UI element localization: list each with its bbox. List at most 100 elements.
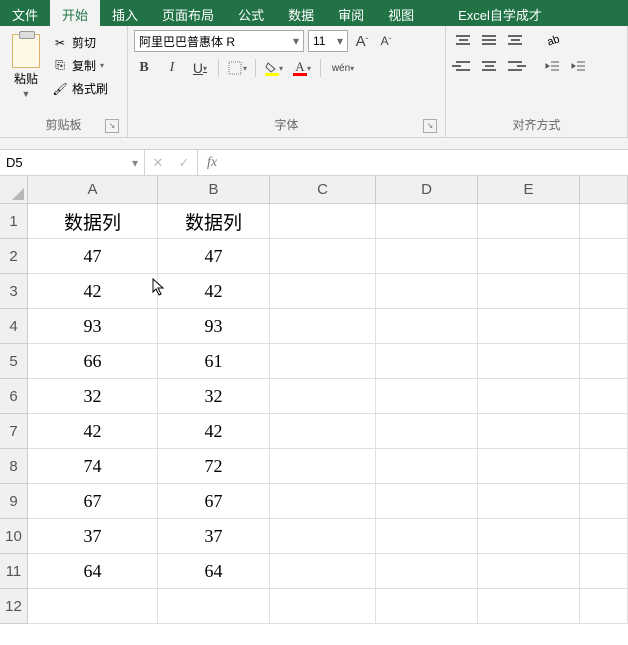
cell[interactable] (478, 589, 580, 624)
align-right-button[interactable] (504, 56, 526, 76)
row-header[interactable]: 5 (0, 344, 28, 379)
name-box-input[interactable] (0, 155, 126, 170)
cell[interactable] (376, 344, 478, 379)
cell[interactable] (580, 589, 628, 624)
cell[interactable]: 数据列 (158, 204, 270, 239)
tab-home[interactable]: 开始 (50, 0, 100, 26)
align-left-button[interactable] (452, 56, 474, 76)
increase-indent-button[interactable] (568, 56, 590, 76)
cell[interactable]: 64 (158, 554, 270, 589)
cell[interactable] (580, 519, 628, 554)
cell[interactable] (270, 484, 376, 519)
row-header[interactable]: 2 (0, 239, 28, 274)
column-header[interactable] (580, 176, 628, 204)
cell[interactable] (270, 554, 376, 589)
cell[interactable] (478, 344, 580, 379)
tab-formulas[interactable]: 公式 (226, 0, 276, 26)
cell[interactable]: 数据列 (28, 204, 158, 239)
name-box[interactable]: ▾ (0, 150, 145, 175)
cell[interactable]: 47 (28, 239, 158, 274)
row-header[interactable]: 9 (0, 484, 28, 519)
row-header[interactable]: 3 (0, 274, 28, 309)
font-name-combo[interactable]: 阿里巴巴普惠体 R ▾ (134, 30, 304, 52)
cell[interactable] (270, 204, 376, 239)
row-header[interactable]: 1 (0, 204, 28, 239)
cell[interactable] (580, 309, 628, 344)
cell[interactable] (478, 414, 580, 449)
cut-button[interactable]: ✂ 剪切 (52, 34, 108, 51)
cell[interactable]: 67 (28, 484, 158, 519)
tab-file[interactable]: 文件 (0, 0, 50, 26)
shrink-font-button[interactable]: Aˇ (376, 30, 396, 52)
chevron-down-icon[interactable]: ▾ (126, 156, 144, 170)
cell[interactable] (478, 239, 580, 274)
phonetic-button[interactable]: wén ▾ (329, 58, 357, 78)
font-launcher[interactable]: ↘ (423, 119, 437, 133)
row-header[interactable]: 6 (0, 379, 28, 414)
cell[interactable] (376, 274, 478, 309)
cell[interactable] (580, 204, 628, 239)
cell[interactable] (376, 239, 478, 274)
tab-insert[interactable]: 插入 (100, 0, 150, 26)
cell[interactable]: 61 (158, 344, 270, 379)
cell[interactable]: 37 (158, 519, 270, 554)
cell[interactable] (478, 449, 580, 484)
cell[interactable] (376, 449, 478, 484)
cell[interactable] (376, 414, 478, 449)
row-header[interactable]: 8 (0, 449, 28, 484)
formula-input[interactable] (226, 150, 628, 175)
column-header[interactable]: B (158, 176, 270, 204)
cell[interactable] (580, 344, 628, 379)
border-button[interactable]: ▾ (227, 58, 247, 78)
cell[interactable] (478, 274, 580, 309)
italic-button[interactable]: I (162, 58, 182, 78)
cell[interactable]: 67 (158, 484, 270, 519)
underline-button[interactable]: U▾ (190, 58, 210, 78)
cell[interactable] (580, 449, 628, 484)
format-painter-button[interactable]: 🖌 格式刷 (52, 80, 108, 97)
cell[interactable] (270, 274, 376, 309)
cell[interactable] (478, 484, 580, 519)
decrease-indent-button[interactable] (542, 56, 564, 76)
cell[interactable] (158, 589, 270, 624)
cell[interactable]: 32 (28, 379, 158, 414)
tab-review[interactable]: 审阅 (326, 0, 376, 26)
cell[interactable] (580, 414, 628, 449)
cell[interactable] (270, 239, 376, 274)
cell[interactable] (270, 344, 376, 379)
cell[interactable] (478, 519, 580, 554)
cell[interactable] (270, 414, 376, 449)
cell[interactable]: 47 (158, 239, 270, 274)
cell[interactable]: 93 (158, 309, 270, 344)
cell[interactable]: 32 (158, 379, 270, 414)
cell[interactable] (376, 589, 478, 624)
tab-view[interactable]: 视图 (376, 0, 426, 26)
cell[interactable] (478, 379, 580, 414)
tab-data[interactable]: 数据 (276, 0, 326, 26)
cell[interactable]: 42 (158, 274, 270, 309)
cell[interactable] (376, 309, 478, 344)
enter-formula-button[interactable]: ✓ (171, 155, 197, 171)
clipboard-launcher[interactable]: ↘ (105, 119, 119, 133)
grow-font-button[interactable]: Aˆ (352, 30, 372, 52)
cell[interactable] (580, 239, 628, 274)
row-header[interactable]: 4 (0, 309, 28, 344)
paste-button[interactable]: 粘贴 ▼ (6, 30, 46, 99)
cell[interactable]: 42 (28, 274, 158, 309)
cell[interactable] (270, 379, 376, 414)
select-all-corner[interactable] (0, 176, 28, 204)
cell[interactable] (478, 309, 580, 344)
cell[interactable]: 64 (28, 554, 158, 589)
font-color-button[interactable]: A ▾ (292, 58, 312, 78)
cell[interactable] (376, 484, 478, 519)
row-header[interactable]: 11 (0, 554, 28, 589)
cell[interactable] (28, 589, 158, 624)
cell[interactable]: 42 (28, 414, 158, 449)
cell[interactable] (270, 309, 376, 344)
cell[interactable]: 93 (28, 309, 158, 344)
row-header[interactable]: 7 (0, 414, 28, 449)
cell[interactable]: 66 (28, 344, 158, 379)
cell[interactable] (270, 589, 376, 624)
cell[interactable]: 74 (28, 449, 158, 484)
cell[interactable] (376, 379, 478, 414)
